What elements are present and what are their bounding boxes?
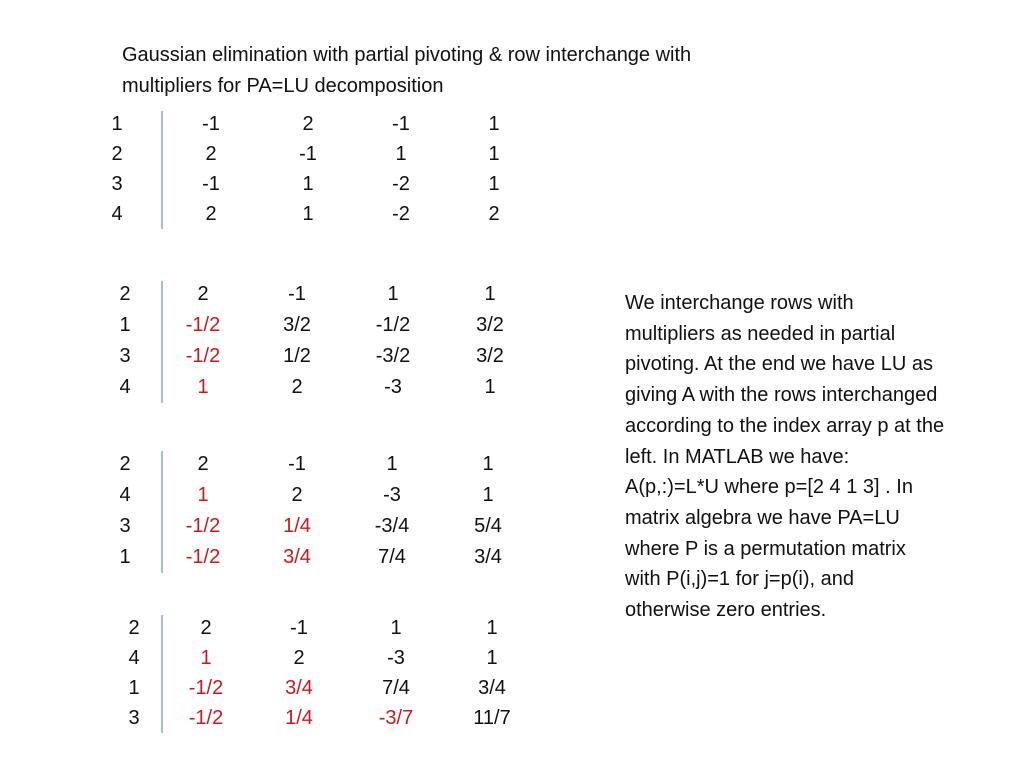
row-index: 3: [111, 173, 123, 195]
matrix-cell: -3: [387, 647, 405, 669]
matrix-cell: -1/2: [375, 314, 411, 336]
multiplier-cell: 1: [197, 484, 209, 506]
matrix-cell: 2: [205, 143, 217, 165]
matrix-cell: -1: [299, 143, 317, 165]
multiplier-cell: -1/2: [188, 677, 224, 699]
matrix-cell: -2: [392, 203, 410, 225]
multiplier-cell: -3/7: [378, 707, 414, 729]
matrix-cell: 1: [488, 113, 500, 135]
multiplier-cell: 1: [200, 647, 212, 669]
matrix-cell: 1: [395, 143, 407, 165]
matrix-cell: 7/4: [378, 546, 406, 568]
matrix-cell: 2: [488, 203, 500, 225]
row-index: 1: [119, 314, 131, 336]
row-index: 1: [119, 546, 131, 568]
matrix-cell: 2: [293, 647, 305, 669]
matrix-cell: -1: [392, 113, 410, 135]
multiplier-cell: 3/4: [283, 546, 311, 568]
matrix-cell: 1: [482, 484, 494, 506]
multiplier-cell: 1/4: [285, 707, 313, 729]
matrix-cell: 7/4: [382, 677, 410, 699]
matrix-divider: [161, 615, 163, 733]
slide-title: Gaussian elimination with partial pivoti…: [122, 44, 692, 97]
matrix-cell: 1: [302, 203, 314, 225]
multiplier-cell: -1/2: [188, 707, 224, 729]
matrix-cell: -3/4: [374, 515, 410, 537]
row-index: 4: [128, 647, 140, 669]
row-index: 3: [119, 515, 131, 537]
matrix-cell: 1: [486, 617, 498, 639]
multiplier-cell: -1/2: [185, 515, 221, 537]
matrix-cell: 3/2: [476, 345, 504, 367]
matrix-cell: -3: [383, 484, 401, 506]
matrix-cell: 3/2: [476, 314, 504, 336]
row-index: 2: [128, 617, 140, 639]
matrix-cell: 2: [291, 484, 303, 506]
matrix-cell: 1: [484, 283, 496, 305]
matrix-cell: 1: [486, 647, 498, 669]
matrix-cell: 1: [488, 173, 500, 195]
matrix-cell: -1: [290, 617, 308, 639]
matrix-cell: 1: [390, 617, 402, 639]
row-index: 4: [111, 203, 123, 225]
matrix-cell: 1: [387, 283, 399, 305]
matrix-cell: 2: [302, 113, 314, 135]
matrix-cell: 2: [291, 376, 303, 398]
matrix-cell: 2: [197, 283, 209, 305]
multiplier-cell: -1/2: [185, 345, 221, 367]
explanation-text: We interchange rows with multipliers as …: [625, 292, 945, 622]
matrix-divider: [161, 111, 163, 229]
matrix-cell: 11/7: [473, 707, 511, 729]
multiplier-cell: 3/4: [285, 677, 313, 699]
matrix-cell: 5/4: [474, 515, 502, 537]
multiplier-cell: -1/2: [185, 314, 221, 336]
matrix-cell: 1: [386, 453, 398, 475]
row-index: 3: [119, 345, 131, 367]
matrix-cell: 1/2: [283, 345, 311, 367]
row-index: 1: [111, 113, 123, 135]
multiplier-cell: 1: [197, 376, 209, 398]
matrix-cell: -2: [392, 173, 410, 195]
matrix-divider: [161, 451, 163, 573]
matrix-cell: 1: [484, 376, 496, 398]
matrix-cell: -1: [202, 173, 220, 195]
matrix-cell: 3/2: [283, 314, 311, 336]
matrix-cell: 2: [197, 453, 209, 475]
matrix-cell: -3: [384, 376, 402, 398]
matrix-cell: 1: [302, 173, 314, 195]
matrix-cell: 1: [488, 143, 500, 165]
matrix-cell: -1: [288, 453, 306, 475]
matrix-cell: 2: [200, 617, 212, 639]
matrix-cell: 3/4: [478, 677, 506, 699]
matrix-cell: -3/2: [375, 345, 411, 367]
row-index: 4: [119, 376, 131, 398]
matrix-cell: -1: [202, 113, 220, 135]
multiplier-cell: -1/2: [185, 546, 221, 568]
matrix-cell: 3/4: [474, 546, 502, 568]
row-index: 4: [119, 484, 131, 506]
matrix-cell: -1: [288, 283, 306, 305]
multiplier-cell: 1/4: [283, 515, 311, 537]
matrix-cell: 2: [205, 203, 217, 225]
matrix-divider: [161, 281, 163, 403]
row-index: 2: [119, 453, 131, 475]
row-index: 2: [111, 143, 123, 165]
row-index: 3: [128, 707, 140, 729]
row-index: 1: [128, 677, 140, 699]
matrix-cell: 1: [482, 453, 494, 475]
row-index: 2: [119, 283, 131, 305]
